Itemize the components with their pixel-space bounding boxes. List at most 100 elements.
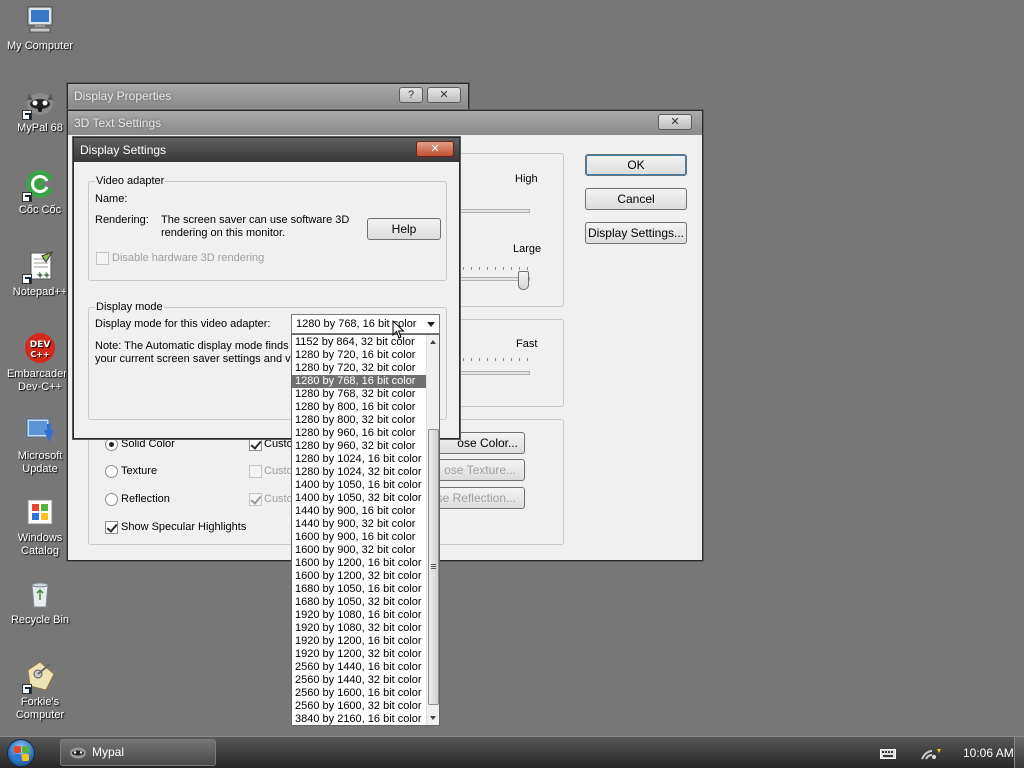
display-settings-button[interactable]: Display Settings...: [585, 222, 687, 244]
solid-color-radio[interactable]: [105, 438, 118, 451]
dropdown-option[interactable]: 1600 by 1200, 32 bit color: [292, 570, 426, 583]
start-button[interactable]: [7, 739, 35, 767]
svg-text:DEV: DEV: [30, 340, 51, 350]
dropdown-option[interactable]: 1920 by 1200, 32 bit color: [292, 648, 426, 661]
rendering-text-line2: rendering on this monitor.: [161, 227, 286, 239]
desktop-icon-label: My Computer: [6, 40, 74, 52]
dropdown-option[interactable]: 1280 by 720, 32 bit color: [292, 362, 426, 375]
my-computer-icon: [24, 4, 56, 36]
dropdown-option[interactable]: 1280 by 1024, 16 bit color: [292, 453, 426, 466]
help-title-button[interactable]: ?: [399, 87, 423, 103]
display-mode-dropdown-list[interactable]: 1152 by 864, 32 bit color 1280 by 720, 16…: [291, 334, 440, 726]
dropdown-option[interactable]: 1280 by 720, 16 bit color: [292, 349, 426, 362]
close-title-button[interactable]: ✕: [658, 114, 692, 130]
custom-color-checkbox[interactable]: [249, 438, 262, 451]
mouse-cursor-icon: [392, 320, 405, 339]
disable-hw-3d-checkbox[interactable]: [96, 252, 109, 265]
shortcut-arrow-icon: [22, 274, 32, 284]
scroll-down-arrow-icon[interactable]: [430, 716, 436, 720]
texture-radio[interactable]: [105, 465, 118, 478]
desktop-icon-recycle-bin[interactable]: Recycle Bin: [0, 578, 80, 627]
shortcut-arrow-icon: [22, 110, 32, 120]
dropdown-option[interactable]: 1920 by 1080, 16 bit color: [292, 609, 426, 622]
dropdown-option[interactable]: 1600 by 900, 32 bit color: [292, 544, 426, 557]
reflection-radio[interactable]: [105, 493, 118, 506]
resolution-slider-track[interactable]: [458, 209, 530, 213]
dropdown-option[interactable]: 1680 by 1050, 16 bit color: [292, 583, 426, 596]
speed-slider-track[interactable]: [458, 371, 530, 375]
windows-catalog-icon: [24, 496, 56, 528]
speed-fast-label: Fast: [516, 338, 538, 350]
solid-color-label: Solid Color: [121, 438, 175, 450]
dropdown-option[interactable]: 1280 by 800, 16 bit color: [292, 401, 426, 414]
dropdown-option[interactable]: 1680 by 1050, 32 bit color: [292, 596, 426, 609]
dropdown-option[interactable]: 2560 by 1600, 32 bit color: [292, 700, 426, 713]
text3d-titlebar[interactable]: 3D Text Settings: [68, 111, 702, 135]
dropdown-option[interactable]: 2560 by 1440, 16 bit color: [292, 661, 426, 674]
network-icon[interactable]: [920, 745, 942, 761]
keyboard-icon[interactable]: [880, 749, 896, 759]
dropdown-option[interactable]: 1280 by 960, 16 bit color: [292, 427, 426, 440]
dropdown-option[interactable]: 1920 by 1080, 32 bit color: [292, 622, 426, 635]
cancel-button[interactable]: Cancel: [585, 188, 687, 210]
scrollbar-thumb[interactable]: [428, 429, 439, 705]
dropdown-option[interactable]: 1280 by 800, 32 bit color: [292, 414, 426, 427]
desktop-icon-label: Cốc Cốc: [18, 204, 62, 216]
display-mode-select[interactable]: 1280 by 768, 16 bit color: [291, 314, 440, 334]
dropdown-option[interactable]: 2560 by 1600, 16 bit color: [292, 687, 426, 700]
size-slider-ticks: [463, 267, 529, 270]
dropdown-option[interactable]: 1280 by 1024, 32 bit color: [292, 466, 426, 479]
dropdown-option[interactable]: 1440 by 900, 32 bit color: [292, 518, 426, 531]
display-mode-label: Display mode for this video adapter:: [95, 318, 271, 330]
scrollbar-grip-icon: [431, 564, 436, 570]
ok-button[interactable]: OK: [585, 154, 687, 176]
scroll-up-arrow-icon[interactable]: [430, 340, 436, 344]
dev-cpp-icon: DEV C++: [24, 332, 56, 364]
video-adapter-group-label: Video adapter: [95, 175, 166, 187]
help-button[interactable]: Help: [367, 218, 441, 240]
taskbar: Mypal 10:06 AM: [0, 736, 1024, 768]
desktop-icon-my-computer[interactable]: My Computer: [0, 4, 80, 53]
custom-reflection-label: Custo: [264, 493, 293, 505]
dropdown-option[interactable]: 1280 by 768, 32 bit color: [292, 388, 426, 401]
shortcut-arrow-icon: [22, 192, 32, 202]
dropdown-option[interactable]: 3840 by 2160, 16 bit color: [292, 713, 426, 725]
custom-reflection-checkbox[interactable]: [249, 493, 262, 506]
dropdown-scrollbar[interactable]: [426, 335, 439, 725]
specular-highlights-checkbox[interactable]: [105, 521, 118, 534]
recycle-bin-icon: [24, 578, 56, 610]
close-title-button[interactable]: ✕: [427, 87, 461, 103]
show-desktop-button[interactable]: [1014, 737, 1024, 768]
svg-text:C++: C++: [30, 350, 49, 359]
display-settings-titlebar[interactable]: Display Settings: [74, 138, 459, 162]
reflection-label: Reflection: [121, 493, 170, 505]
dropdown-option[interactable]: 1280 by 768, 16 bit color: [292, 375, 426, 388]
choose-reflection-label: se Reflection...: [436, 491, 516, 505]
chevron-down-icon[interactable]: [427, 322, 435, 327]
dropdown-option[interactable]: 1440 by 900, 16 bit color: [292, 505, 426, 518]
dropdown-option[interactable]: 2560 by 1440, 32 bit color: [292, 674, 426, 687]
dropdown-option[interactable]: 1920 by 1200, 16 bit color: [292, 635, 426, 648]
dropdown-option[interactable]: 1600 by 1200, 16 bit color: [292, 557, 426, 570]
speed-slider-ticks: [463, 358, 529, 361]
dropdown-option[interactable]: 1600 by 900, 16 bit color: [292, 531, 426, 544]
taskbar-button-mypal[interactable]: Mypal: [60, 739, 216, 766]
dropdown-option[interactable]: 1400 by 1050, 32 bit color: [292, 492, 426, 505]
shortcut-arrow-icon: [22, 684, 32, 694]
close-title-button[interactable]: ✕: [416, 141, 454, 157]
size-slider-thumb[interactable]: [518, 271, 529, 290]
desktop-icon-forkie-computer[interactable]: Forkie's Computer: [0, 660, 80, 722]
notepad-plus-plus-icon: ++: [22, 250, 56, 284]
forkie-computer-icon: [22, 660, 56, 694]
resolution-high-label: High: [515, 173, 538, 185]
display-settings-title: Display Settings: [80, 143, 167, 157]
desktop-icon-label: MyPal 68: [17, 122, 63, 134]
custom-texture-label: Custo: [264, 465, 293, 477]
clock[interactable]: 10:06 AM: [963, 746, 1014, 760]
mypal-raccoon-icon: [22, 86, 56, 120]
display-mode-group-label: Display mode: [95, 301, 164, 313]
dropdown-option[interactable]: 1280 by 960, 32 bit color: [292, 440, 426, 453]
display-mode-note-line1: Note: The Automatic display mode finds a: [95, 340, 298, 352]
dropdown-option[interactable]: 1400 by 1050, 16 bit color: [292, 479, 426, 492]
custom-texture-checkbox[interactable]: [249, 465, 262, 478]
